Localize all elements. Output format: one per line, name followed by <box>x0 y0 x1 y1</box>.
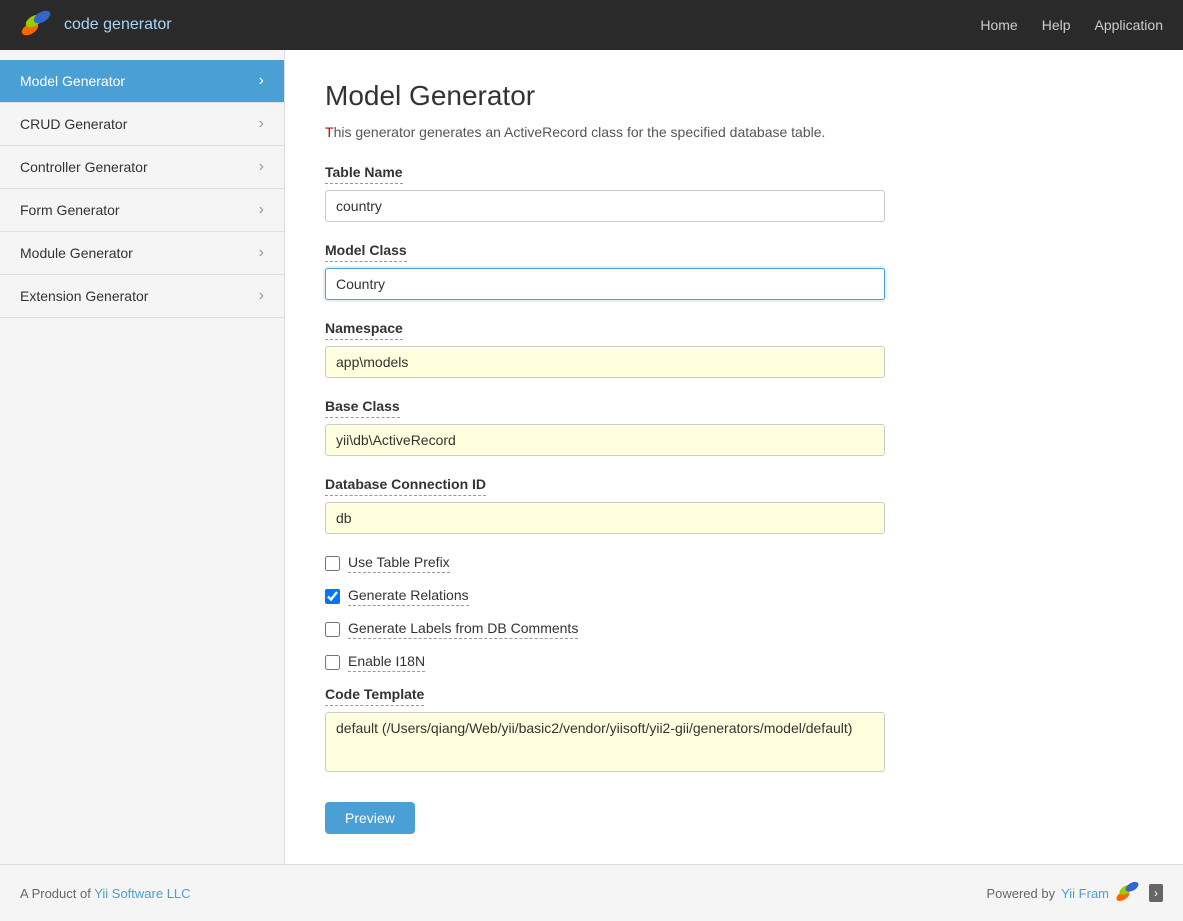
main-layout: Model Generator › CRUD Generator › Contr… <box>0 50 1183 864</box>
chevron-right-icon: › <box>259 158 264 176</box>
table-name-group: Table Name <box>325 164 1143 222</box>
chevron-right-icon: › <box>259 115 264 133</box>
enable-i18n-label[interactable]: Enable I18N <box>348 653 425 672</box>
yii-logo-icon <box>20 7 56 43</box>
sidebar-item-extension-generator[interactable]: Extension Generator › <box>0 275 284 318</box>
chevron-right-icon: › <box>259 72 264 90</box>
sidebar-item-crud-generator[interactable]: CRUD Generator › <box>0 103 284 146</box>
base-class-label: Base Class <box>325 398 400 418</box>
sidebar-item-label: Controller Generator <box>20 159 148 175</box>
generate-relations-label[interactable]: Generate Relations <box>348 587 469 606</box>
use-table-prefix-group: Use Table Prefix <box>325 554 1143 573</box>
generate-relations-group: Generate Relations <box>325 587 1143 606</box>
footer-yii-framework-link[interactable]: Yii Fram <box>1061 886 1109 901</box>
code-template-group: Code Template default (/Users/qiang/Web/… <box>325 686 1143 772</box>
sidebar-item-label: Module Generator <box>20 245 133 261</box>
model-class-label: Model Class <box>325 242 407 262</box>
table-name-input[interactable] <box>325 190 885 222</box>
generate-labels-label[interactable]: Generate Labels from DB Comments <box>348 620 578 639</box>
generate-labels-group: Generate Labels from DB Comments <box>325 620 1143 639</box>
use-table-prefix-checkbox[interactable] <box>325 556 340 571</box>
use-table-prefix-label[interactable]: Use Table Prefix <box>348 554 450 573</box>
sidebar-item-label: Model Generator <box>20 73 125 89</box>
generate-relations-checkbox[interactable] <box>325 589 340 604</box>
base-class-input[interactable] <box>325 424 885 456</box>
code-template-label: Code Template <box>325 686 424 706</box>
logo-area: code generator <box>20 7 172 43</box>
sidebar: Model Generator › CRUD Generator › Contr… <box>0 50 285 864</box>
namespace-group: Namespace <box>325 320 1143 378</box>
sidebar-item-label: Extension Generator <box>20 288 148 304</box>
footer-left-text: A Product of <box>20 886 94 901</box>
nav-help[interactable]: Help <box>1042 17 1071 33</box>
footer-scroll-right-icon[interactable]: › <box>1149 884 1163 902</box>
db-connection-group: Database Connection ID <box>325 476 1143 534</box>
footer-powered-text: Powered by <box>986 886 1055 901</box>
base-class-group: Base Class <box>325 398 1143 456</box>
model-class-group: Model Class <box>325 242 1143 300</box>
footer-yii-software-link[interactable]: Yii Software LLC <box>94 886 190 901</box>
chevron-right-icon: › <box>259 287 264 305</box>
code-template-value: default (/Users/qiang/Web/yii/basic2/ven… <box>325 712 885 772</box>
footer-left: A Product of Yii Software LLC <box>20 886 191 901</box>
page-description: This generator generates an ActiveRecord… <box>325 124 1143 140</box>
preview-button[interactable]: Preview <box>325 802 415 834</box>
sidebar-item-model-generator[interactable]: Model Generator › <box>0 60 284 103</box>
nav-home[interactable]: Home <box>980 17 1017 33</box>
chevron-right-icon: › <box>259 244 264 262</box>
sidebar-item-module-generator[interactable]: Module Generator › <box>0 232 284 275</box>
desc-text: his generator generates an ActiveRecord … <box>334 124 826 140</box>
page-title: Model Generator <box>325 80 1143 112</box>
yii-footer-logo-icon <box>1115 879 1143 907</box>
model-class-input[interactable] <box>325 268 885 300</box>
nav-application[interactable]: Application <box>1095 17 1164 33</box>
namespace-input[interactable] <box>325 346 885 378</box>
desc-highlight: T <box>325 124 334 140</box>
chevron-right-icon: › <box>259 201 264 219</box>
main-content: Model Generator This generator generates… <box>285 50 1183 864</box>
sidebar-item-label: Form Generator <box>20 202 120 218</box>
db-connection-input[interactable] <box>325 502 885 534</box>
sidebar-item-form-generator[interactable]: Form Generator › <box>0 189 284 232</box>
sidebar-item-controller-generator[interactable]: Controller Generator › <box>0 146 284 189</box>
generate-labels-checkbox[interactable] <box>325 622 340 637</box>
table-name-label: Table Name <box>325 164 403 184</box>
app-title: code generator <box>64 16 172 34</box>
sidebar-item-label: CRUD Generator <box>20 116 127 132</box>
footer: A Product of Yii Software LLC Powered by… <box>0 864 1183 921</box>
enable-i18n-checkbox[interactable] <box>325 655 340 670</box>
db-connection-label: Database Connection ID <box>325 476 486 496</box>
enable-i18n-group: Enable I18N <box>325 653 1143 672</box>
namespace-label: Namespace <box>325 320 403 340</box>
header: code generator Home Help Application <box>0 0 1183 50</box>
main-nav: Home Help Application <box>980 17 1163 33</box>
footer-right: Powered by Yii Fram › <box>986 879 1163 907</box>
